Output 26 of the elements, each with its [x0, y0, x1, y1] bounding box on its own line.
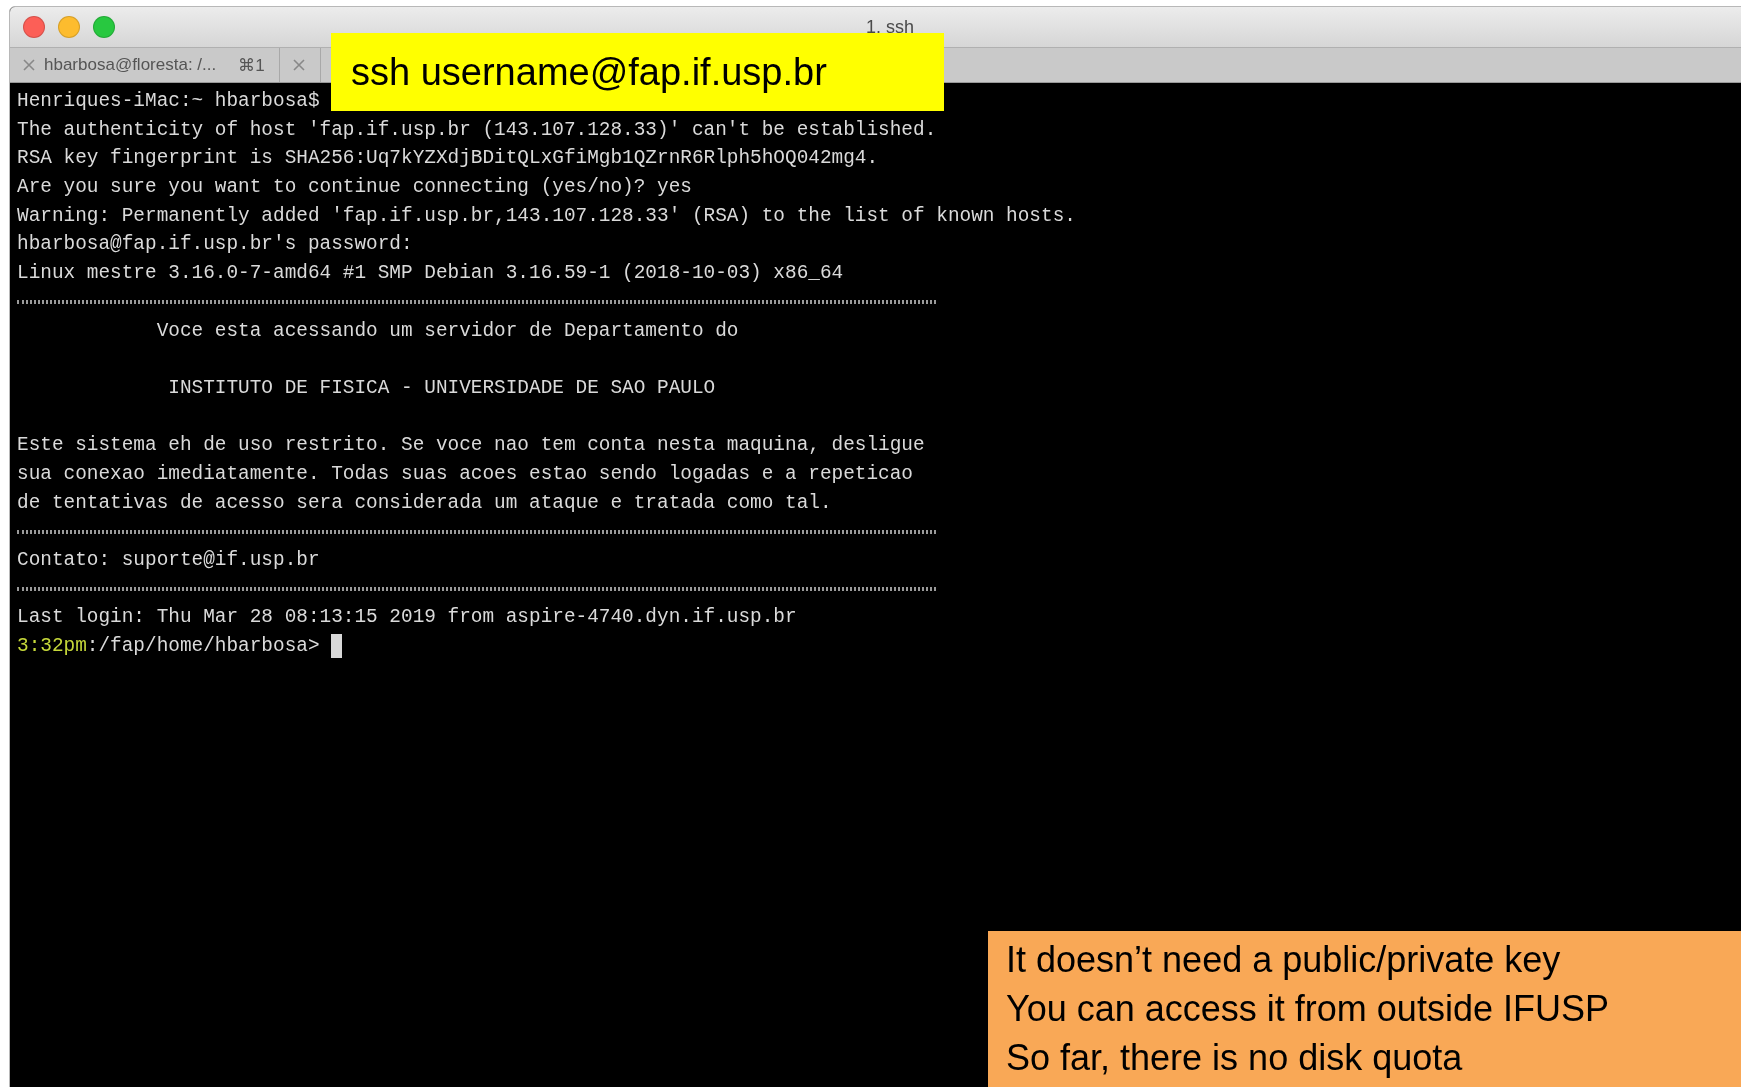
- close-icon[interactable]: [291, 58, 306, 72]
- close-icon[interactable]: [22, 58, 36, 72]
- terminal-line: Linux mestre 3.16.0-7-amd64 #1 SMP Debian 3.16.59-1 (2018-10-03) x86_64: [17, 262, 844, 285]
- note-text: So far, there is no disk quota: [1006, 1036, 1464, 1080]
- close-window-button[interactable]: [23, 16, 45, 38]
- terminal-line: Last login: Thu Mar 28 08:13:15 2019 from aspire-4740.dyn.if.usp.br: [17, 606, 797, 629]
- terminal-line: Are you sure you want to continue connecting (yes/no)? yes: [17, 176, 692, 199]
- terminal-line: INSTITUTO DE FISICA - UNIVERSIDADE DE SAO PAULO: [167, 376, 716, 399]
- terminal-line: Este sistema eh de uso restrito. Se voce nao tem conta nesta maquina, desligue: [17, 434, 925, 457]
- terminal-line: The authenticity of host 'fap.if.usp.br (143.107.128.33)' can't be established.: [17, 118, 937, 141]
- terminal-line: sua conexao imediatamente. Todas suas acoes estao sendo logadas e a repeticao: [17, 462, 913, 485]
- note-text: It doesn’t need a public/private key: [1006, 938, 1562, 982]
- minimize-window-button[interactable]: [58, 16, 80, 38]
- shell-prompt: 3:32pm:/fap/home/hbarbosa>: [17, 635, 320, 658]
- terminal-line: de tentativas de acesso sera considerada um ataque e tratada como tal.: [17, 491, 832, 514]
- terminal-line: hbarbosa@fap.if.usp.br's password:: [17, 233, 413, 256]
- terminal-line: RSA key fingerprint is SHA256:Uq7kYZXdjBDitQLxGfiMgb1QZrnR6Rlph5hOQ042mg4.: [17, 147, 879, 170]
- terminal-line: Warning: Permanently added 'fap.if.usp.br,143.107.128.33' (RSA) to the list of known hosts.: [17, 204, 1076, 227]
- text-cursor: [330, 633, 342, 658]
- command-callout: ssh username@fap.if.usp.br: [331, 33, 944, 111]
- terminal-line: Voce esta acessando um servidor de Departamento do: [155, 319, 739, 342]
- terminal-tab[interactable]: hbarbosa@floresta: /... ⌘1: [10, 48, 280, 82]
- note-text: You can access it from outside IFUSP: [1006, 987, 1610, 1031]
- zoom-window-button[interactable]: [93, 16, 115, 38]
- terminal-line: Contato: suporte@if.usp.br: [17, 549, 320, 571]
- terminal-line: Henriques-iMac:~ hbarbosa$: [17, 90, 320, 112]
